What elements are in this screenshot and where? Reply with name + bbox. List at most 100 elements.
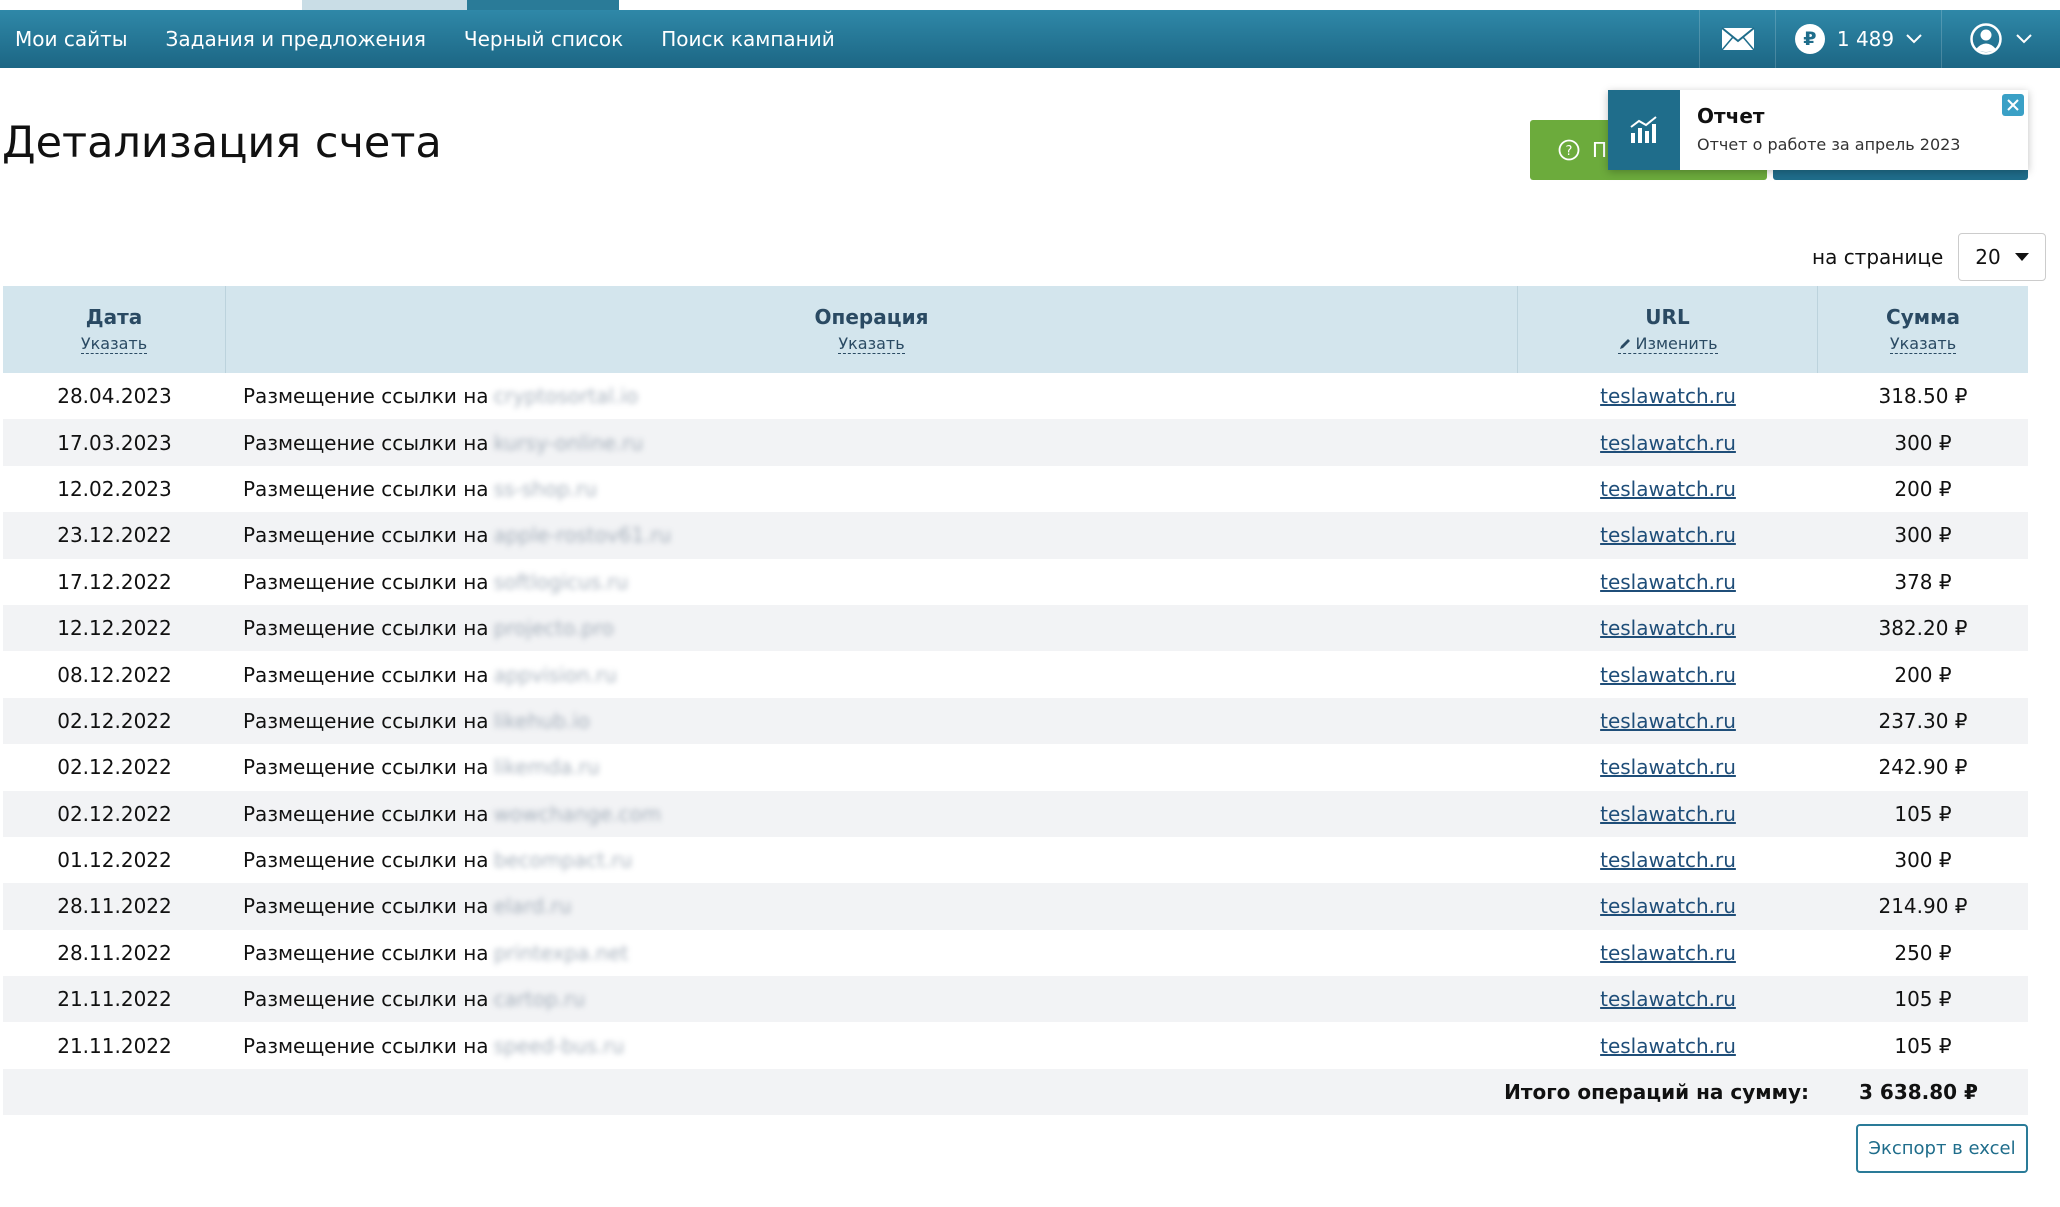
cell-date: 12.12.2022	[57, 616, 172, 641]
top-tab-inactive	[302, 0, 467, 10]
url-link[interactable]: teslawatch.ru	[1600, 755, 1736, 779]
cell-date: 02.12.2022	[57, 708, 172, 733]
url-link[interactable]: teslawatch.ru	[1600, 1034, 1736, 1058]
operation-text: Размещение ссылки на	[243, 940, 489, 965]
table-row: 28.11.2022 Размещение ссылки на elard.ru te…	[3, 883, 2028, 930]
url-link[interactable]: teslawatch.ru	[1600, 477, 1736, 501]
cell-url: teslawatch.ru	[1518, 431, 1818, 455]
column-header-url: URL Изменить	[1518, 286, 1818, 373]
blurred-site-name: kursy-online.ru	[493, 430, 644, 455]
cell-operation: Размещение ссылки на wowchange.com	[226, 802, 1518, 826]
cell-operation: Размещение ссылки на elard.ru	[226, 894, 1518, 918]
column-header-sum: Сумма Указать	[1818, 286, 2028, 373]
cell-operation: Размещение ссылки на becompact.ru	[226, 848, 1518, 872]
column-title: Операция	[814, 305, 929, 329]
blurred-site-name: wowchange.com	[493, 801, 662, 826]
cell-operation: Размещение ссылки на speed-bus.ru	[226, 1034, 1518, 1058]
per-page-select[interactable]: 20	[1958, 233, 2047, 281]
cell-sum: 250 ₽	[1894, 940, 1952, 965]
url-link[interactable]: teslawatch.ru	[1600, 987, 1736, 1011]
mail-button[interactable]	[1699, 10, 1775, 68]
cell-date: 02.12.2022	[57, 755, 172, 780]
column-edit-link[interactable]: Изменить	[1617, 335, 1718, 354]
export-excel-button[interactable]: Экспорт в excel	[1856, 1124, 2028, 1173]
url-link[interactable]: teslawatch.ru	[1600, 894, 1736, 918]
nav-item-tasks[interactable]: Задания и предложения	[166, 27, 426, 51]
url-link[interactable]: teslawatch.ru	[1600, 570, 1736, 594]
url-link[interactable]: teslawatch.ru	[1600, 523, 1736, 547]
balance-dropdown[interactable]: ₽ 1 489	[1775, 10, 1941, 68]
table-row: 08.12.2022 Размещение ссылки на appvision.…	[3, 651, 2028, 698]
cell-url: teslawatch.ru	[1518, 570, 1818, 594]
report-notification[interactable]: Отчет Отчет о работе за апрель 2023	[1608, 90, 2028, 170]
url-link[interactable]: teslawatch.ru	[1600, 848, 1736, 872]
per-page-label: на странице	[1812, 245, 1944, 269]
cell-sum: 378 ₽	[1894, 569, 1952, 594]
operation-text: Размещение ссылки на	[243, 708, 489, 733]
url-link[interactable]: teslawatch.ru	[1600, 802, 1736, 826]
toast-body: Отчет Отчет о работе за апрель 2023	[1680, 90, 1960, 170]
column-filter-link[interactable]: Указать	[838, 335, 905, 354]
operation-text: Размещение ссылки на	[243, 662, 489, 687]
blurred-site-name: printexpa.net	[493, 940, 629, 965]
url-link[interactable]: teslawatch.ru	[1600, 384, 1736, 408]
blurred-site-name: ss-shop.ru	[493, 476, 597, 501]
table-header: Дата Указать Операция Указать URL Измени…	[3, 286, 2028, 373]
blurred-site-name: softlogicus.ru	[493, 569, 629, 594]
user-menu[interactable]	[1941, 10, 2060, 68]
table-body: 28.04.2023 Размещение ссылки на cryptosort…	[3, 373, 2028, 1069]
cell-date: 28.04.2023	[57, 384, 172, 409]
cell-operation: Размещение ссылки на cartop.ru	[226, 987, 1518, 1011]
chart-icon	[1630, 116, 1657, 143]
blurred-site-name: appvision.ru	[493, 662, 617, 687]
table-row: 28.04.2023 Размещение ссылки на cryptosort…	[3, 373, 2028, 420]
cell-url: teslawatch.ru	[1518, 755, 1818, 779]
table-row: 23.12.2022 Размещение ссылки на apple-rost…	[3, 512, 2028, 559]
url-link[interactable]: teslawatch.ru	[1600, 431, 1736, 455]
blurred-site-name: elard.ru	[493, 894, 572, 919]
cell-operation: Размещение ссылки на projecto.pro	[226, 616, 1518, 640]
cell-sum: 300 ₽	[1894, 848, 1952, 873]
blurred-site-name: likehub.io	[493, 708, 591, 733]
cell-operation: Размещение ссылки на printexpa.net	[226, 941, 1518, 965]
blurred-site-name: projecto.pro	[493, 616, 614, 641]
blurred-site-name: likemda.ru	[493, 755, 600, 780]
url-link[interactable]: teslawatch.ru	[1600, 941, 1736, 965]
column-filter-link[interactable]: Указать	[1889, 335, 1957, 354]
operation-text: Размещение ссылки на	[243, 616, 489, 641]
blurred-site-name: speed-bus.ru	[493, 1033, 625, 1058]
table-row: 12.02.2023 Размещение ссылки на ss-shop.ru…	[3, 465, 2028, 513]
nav-item-campaign-search[interactable]: Поиск кампаний	[661, 27, 835, 51]
column-filter-link[interactable]: Указать	[80, 335, 148, 354]
nav-item-my-sites[interactable]: Мои сайты	[15, 27, 128, 51]
toast-close-button[interactable]	[2002, 94, 2024, 116]
nav-item-blacklist[interactable]: Черный список	[464, 27, 623, 51]
table-row: 17.03.2023 Размещение ссылки на kursy-onli…	[3, 419, 2028, 466]
column-title: Дата	[85, 305, 143, 329]
url-link[interactable]: teslawatch.ru	[1600, 709, 1736, 733]
blurred-site-name: cartop.ru	[493, 987, 586, 1012]
cell-url: teslawatch.ru	[1518, 987, 1818, 1011]
total-label: Итого операций на сумму:	[1504, 1079, 1809, 1104]
operation-text: Размещение ссылки на	[243, 848, 489, 873]
cell-sum: 105 ₽	[1894, 1033, 1952, 1058]
cell-sum: 214.90 ₽	[1878, 894, 1968, 919]
table-row: 12.12.2022 Размещение ссылки на projecto.p…	[3, 604, 2028, 652]
caret-down-icon	[2015, 253, 2030, 261]
cell-url: teslawatch.ru	[1518, 894, 1818, 918]
operation-text: Размещение ссылки на	[243, 476, 489, 501]
cell-sum: 200 ₽	[1894, 662, 1952, 687]
cell-date: 12.02.2023	[57, 476, 172, 501]
operation-text: Размещение ссылки на	[243, 755, 489, 780]
pencil-icon	[1619, 339, 1630, 349]
top-strip	[0, 0, 2060, 10]
url-link[interactable]: teslawatch.ru	[1600, 616, 1736, 640]
cell-operation: Размещение ссылки на apple-rostov61.ru	[226, 523, 1518, 547]
total-value: 3 638.80 ₽	[1859, 1079, 1978, 1104]
cell-sum: 237.30 ₽	[1878, 708, 1968, 733]
cell-url: teslawatch.ru	[1518, 709, 1818, 733]
chevron-down-icon	[2016, 34, 2032, 44]
table-row: 28.11.2022 Размещение ссылки на printexpa.…	[3, 929, 2028, 977]
url-link[interactable]: teslawatch.ru	[1600, 663, 1736, 687]
top-navbar: Мои сайты Задания и предложения Черный с…	[0, 10, 2060, 68]
